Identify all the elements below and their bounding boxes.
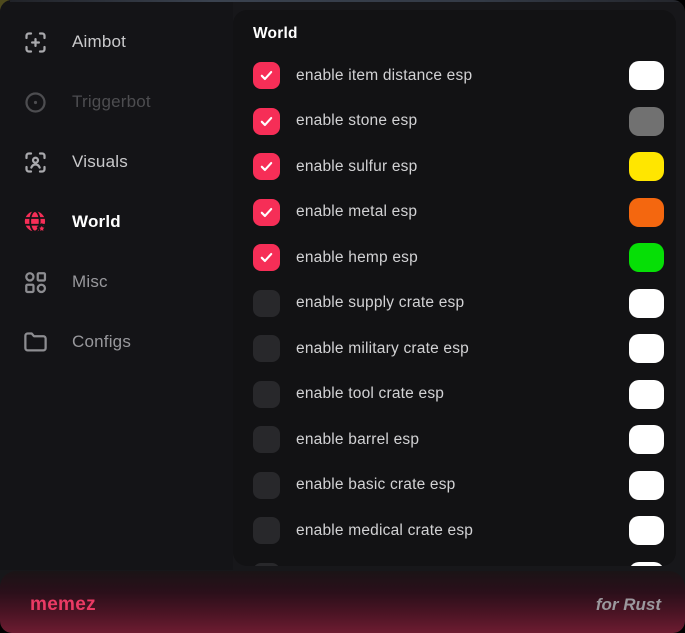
color-swatch[interactable]: [629, 334, 664, 363]
sidebar-item-label: Triggerbot: [72, 92, 151, 112]
sidebar-item-triggerbot[interactable]: Triggerbot: [0, 72, 233, 132]
panel-title: World: [253, 25, 664, 43]
sidebar-item-misc[interactable]: Misc: [0, 252, 233, 312]
esp-row: enable barrel esp: [253, 417, 664, 463]
esp-checkbox[interactable]: [253, 517, 280, 544]
sidebar-item-aimbot[interactable]: Aimbot: [0, 12, 233, 72]
color-swatch[interactable]: [629, 198, 664, 227]
color-swatch[interactable]: [629, 243, 664, 272]
cheat-menu-window: AimbotTriggerbotVisualsWorldMiscConfigs …: [0, 0, 685, 633]
world-panel: World enable item distance esp enable sto…: [233, 10, 676, 566]
esp-label: enable supply crate esp: [296, 294, 464, 312]
bottom-bar: memez for Rust: [0, 571, 685, 633]
visuals-icon: [22, 149, 49, 176]
esp-label: enable sulfur esp: [296, 158, 417, 176]
configs-icon: [22, 329, 49, 356]
brand-name: memez: [30, 594, 96, 616]
esp-row: enable metal esp: [253, 190, 664, 236]
esp-checkbox[interactable]: [253, 426, 280, 453]
esp-label: enable medical crate esp: [296, 522, 473, 540]
esp-option-list: enable item distance esp enable stone esp…: [253, 53, 664, 566]
color-swatch[interactable]: [629, 380, 664, 409]
esp-label: enable barrel esp: [296, 431, 419, 449]
esp-row: [253, 554, 664, 567]
esp-checkbox[interactable]: [253, 472, 280, 499]
esp-label: enable item distance esp: [296, 67, 472, 85]
esp-checkbox[interactable]: [253, 62, 280, 89]
esp-checkbox[interactable]: [253, 244, 280, 271]
esp-label: enable hemp esp: [296, 249, 418, 267]
sidebar-item-label: World: [72, 212, 121, 232]
esp-row: enable basic crate esp: [253, 463, 664, 509]
color-swatch[interactable]: [629, 562, 664, 566]
esp-row: enable sulfur esp: [253, 144, 664, 190]
color-swatch[interactable]: [629, 107, 664, 136]
brand-tagline: for Rust: [596, 595, 661, 615]
esp-label: enable metal esp: [296, 203, 417, 221]
esp-label: enable tool crate esp: [296, 385, 444, 403]
color-swatch[interactable]: [629, 425, 664, 454]
sidebar-item-visuals[interactable]: Visuals: [0, 132, 233, 192]
sidebar-item-label: Aimbot: [72, 32, 126, 52]
esp-row: enable medical crate esp: [253, 508, 664, 554]
misc-icon: [22, 269, 49, 296]
esp-row: enable item distance esp: [253, 53, 664, 99]
color-swatch[interactable]: [629, 471, 664, 500]
sidebar-item-configs[interactable]: Configs: [0, 312, 233, 372]
esp-row: enable supply crate esp: [253, 281, 664, 327]
esp-label: enable stone esp: [296, 112, 417, 130]
triggerbot-icon: [22, 89, 49, 116]
esp-label: enable military crate esp: [296, 340, 469, 358]
esp-checkbox[interactable]: [253, 335, 280, 362]
esp-checkbox[interactable]: [253, 290, 280, 317]
sidebar-item-world[interactable]: World: [0, 192, 233, 252]
color-swatch[interactable]: [629, 289, 664, 318]
sidebar-item-label: Configs: [72, 332, 131, 352]
esp-row: enable military crate esp: [253, 326, 664, 372]
sidebar-item-label: Visuals: [72, 152, 128, 172]
sidebar-item-label: Misc: [72, 272, 108, 292]
esp-row: enable hemp esp: [253, 235, 664, 281]
color-swatch[interactable]: [629, 152, 664, 181]
esp-label: enable basic crate esp: [296, 476, 456, 494]
esp-checkbox[interactable]: [253, 381, 280, 408]
esp-checkbox[interactable]: [253, 199, 280, 226]
esp-checkbox[interactable]: [253, 563, 280, 566]
esp-checkbox[interactable]: [253, 108, 280, 135]
color-swatch[interactable]: [629, 516, 664, 545]
aimbot-icon: [22, 29, 49, 56]
esp-row: enable tool crate esp: [253, 372, 664, 418]
world-icon: [22, 209, 49, 236]
esp-checkbox[interactable]: [253, 153, 280, 180]
sidebar: Aimbot Triggerbot Visuals World Misc Configs: [0, 0, 233, 570]
window-top-edge: [10, 0, 681, 2]
color-swatch[interactable]: [629, 61, 664, 90]
esp-row: enable stone esp: [253, 99, 664, 145]
